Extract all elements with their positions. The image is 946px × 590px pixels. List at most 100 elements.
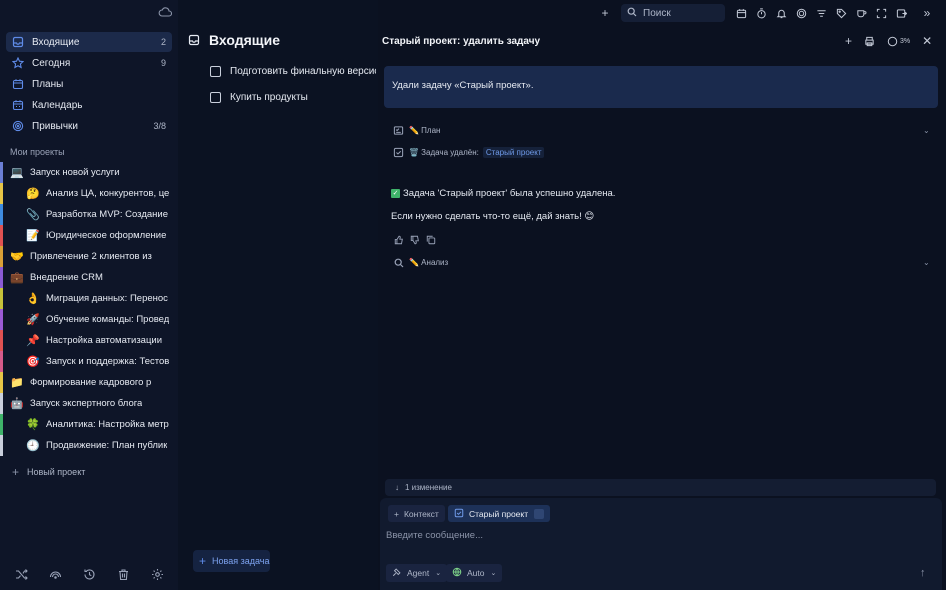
inbox-icon xyxy=(188,34,200,46)
model-icon xyxy=(452,567,462,579)
settings-gear-icon[interactable] xyxy=(149,566,165,582)
model-select[interactable]: Auto ⌄ xyxy=(446,564,503,582)
model-label: Auto xyxy=(467,568,485,578)
search-icon xyxy=(627,7,637,20)
project-chip-label: Старый проект xyxy=(469,508,529,519)
cloud-sync-icon[interactable] xyxy=(158,6,173,18)
nav-label: Календарь xyxy=(32,99,83,111)
project-item[interactable]: 👌 Миграция данных: Перенос xyxy=(0,288,178,309)
print-icon[interactable] xyxy=(864,36,875,47)
search-input[interactable]: Поиск xyxy=(621,4,725,22)
screenshot-icon[interactable] xyxy=(871,3,891,23)
project-emoji-icon: 👌 xyxy=(26,292,40,305)
project-color-bar xyxy=(0,183,3,204)
nav-item-inbox[interactable]: Входящие 2 xyxy=(6,32,172,52)
tool-result-row: 🗑️ Задача удалён: Старый проект xyxy=(393,147,545,158)
assistant-reply-line-1: ✓ Задача 'Старый проект' была успешно уда… xyxy=(391,188,615,199)
project-label: Запуск новой услуги xyxy=(30,167,120,178)
project-label: Миграция данных: Перенос xyxy=(46,293,168,304)
collapse-icon[interactable]: » xyxy=(917,3,937,23)
project-item[interactable]: 📝 Юридическое оформление xyxy=(0,225,178,246)
project-emoji-icon: 🎯 xyxy=(26,355,40,368)
nav-item-today[interactable]: Сегодня 9 xyxy=(6,53,172,73)
project-color-bar xyxy=(0,372,3,393)
project-item[interactable]: 🍀 Аналитика: Настройка метр xyxy=(0,414,178,435)
project-item[interactable]: 🚀 Обучение команды: Провед xyxy=(0,309,178,330)
project-item[interactable]: 💼 Внедрение CRM xyxy=(0,267,178,288)
plan-step[interactable]: ✏️ План xyxy=(393,125,440,136)
nav-count: 9 xyxy=(160,58,166,68)
project-context-chip[interactable]: Старый проект xyxy=(448,505,551,522)
project-emoji-icon: 📁 xyxy=(10,376,24,389)
task-checkbox[interactable] xyxy=(210,66,221,77)
agent-label: Agent xyxy=(407,568,430,578)
tag-icon[interactable] xyxy=(831,3,851,23)
reply-text: Задача 'Старый проект' была успешно удал… xyxy=(403,188,616,199)
new-task-button[interactable]: + Новая задача xyxy=(193,550,270,572)
project-color-bar xyxy=(0,267,3,288)
project-item[interactable]: 📌 Настройка автоматизации xyxy=(0,330,178,351)
calendar-icon[interactable] xyxy=(731,3,751,23)
project-item[interactable]: 🤖 Запуск экспертного блога xyxy=(0,393,178,414)
timer-icon[interactable] xyxy=(751,3,771,23)
trash-icon[interactable] xyxy=(115,566,131,582)
sidebar-bottom-toolbar xyxy=(0,566,178,582)
filter-icon[interactable] xyxy=(811,3,831,23)
check-mark-icon: ✓ xyxy=(391,188,400,198)
assistant-reply-line-2: Если нужно сделать что-то ещё, дай знать… xyxy=(391,211,595,222)
history-icon[interactable] xyxy=(81,566,97,582)
add-icon[interactable]: + xyxy=(595,3,615,23)
signal-icon[interactable] xyxy=(47,566,63,582)
project-emoji-icon: 🚀 xyxy=(26,313,40,326)
project-label: Продвижение: План публик xyxy=(46,440,168,451)
focus-icon[interactable] xyxy=(791,3,811,23)
copy-icon[interactable] xyxy=(426,235,436,245)
task-title[interactable]: Купить продукты xyxy=(230,92,308,103)
task-item[interactable]: Подготовить финальную версис xyxy=(210,66,376,77)
message-input[interactable]: Введите сообщение... xyxy=(386,530,483,541)
project-label: Обучение команды: Провед xyxy=(46,314,170,325)
project-color-bar xyxy=(0,204,3,225)
new-project-button[interactable]: + Новый проект xyxy=(12,465,85,479)
thumbs-up-icon[interactable] xyxy=(394,235,404,245)
new-task-label: Новая задача xyxy=(212,556,270,566)
cup-icon[interactable] xyxy=(851,3,871,23)
nav-label: Сегодня xyxy=(32,57,71,69)
context-button[interactable]: + Контекст xyxy=(388,505,445,522)
shuffle-icon[interactable] xyxy=(13,566,29,582)
context-percent: 3% xyxy=(900,37,911,45)
nav-item-habits[interactable]: Привычки 3/8 xyxy=(6,116,172,136)
project-emoji-icon: 📎 xyxy=(26,208,40,221)
page-title: Входящие xyxy=(188,32,280,48)
bell-icon[interactable] xyxy=(771,3,791,23)
project-item[interactable]: 🕘 Продвижение: План публик xyxy=(0,435,178,456)
nav-item-plans[interactable]: Планы xyxy=(6,74,172,94)
remove-chip-icon[interactable] xyxy=(534,508,545,519)
task-checkbox[interactable] xyxy=(210,92,221,103)
chevron-down-icon[interactable]: ⌄ xyxy=(923,126,930,135)
project-emoji-icon: 💼 xyxy=(10,271,24,284)
thumbs-down-icon[interactable] xyxy=(410,235,420,245)
export-icon[interactable] xyxy=(891,3,911,23)
task-title[interactable]: Подготовить финальную версис xyxy=(230,66,376,77)
project-tag[interactable]: Старый проект xyxy=(482,147,545,158)
analysis-label: ✏️ Анализ xyxy=(409,258,449,267)
changes-bar[interactable]: ↓ 1 изменение xyxy=(385,479,936,496)
project-emoji-icon: 🕘 xyxy=(26,439,40,452)
chevron-down-icon[interactable]: ⌄ xyxy=(923,258,930,267)
project-item[interactable]: 📁 Формирование кадрового р xyxy=(0,372,178,393)
project-item[interactable]: 📎 Разработка MVP: Создание xyxy=(0,204,178,225)
send-arrow-icon[interactable]: ↑ xyxy=(920,567,926,579)
arrow-down-icon: ↓ xyxy=(395,483,399,492)
analysis-step[interactable]: ✏️ Анализ xyxy=(393,257,448,268)
close-icon[interactable]: ✕ xyxy=(922,34,932,48)
task-item[interactable]: Купить продукты xyxy=(210,92,376,103)
project-item[interactable]: 💻 Запуск новой услуги xyxy=(0,162,178,183)
add-icon[interactable]: + xyxy=(845,34,852,48)
agent-mode-select[interactable]: Agent ⌄ xyxy=(386,564,448,582)
nav-item-calendar[interactable]: Календарь xyxy=(6,95,172,115)
project-item[interactable]: 🤔 Анализ ЦА, конкурентов, це xyxy=(0,183,178,204)
project-item[interactable]: 🤝 Привлечение 2 клиентов из xyxy=(0,246,178,267)
project-label: Анализ ЦА, конкурентов, це xyxy=(46,188,170,199)
project-item[interactable]: 🎯 Запуск и поддержка: Тестов xyxy=(0,351,178,372)
